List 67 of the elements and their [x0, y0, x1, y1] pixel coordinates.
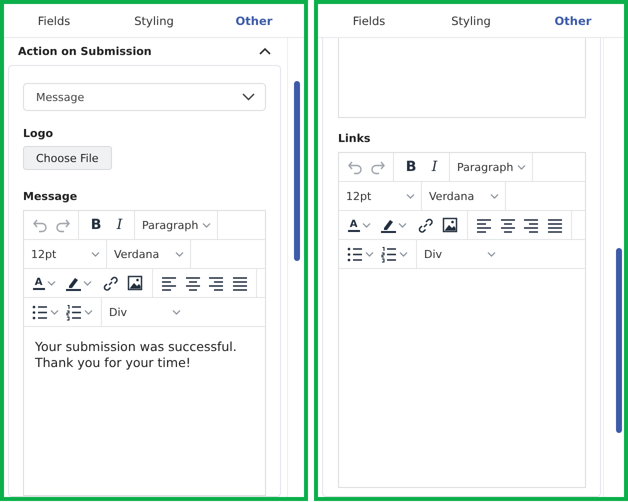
link-icon[interactable]: [416, 216, 433, 234]
caret-icon: [91, 250, 100, 258]
caret-icon: [202, 222, 212, 228]
justify-icon[interactable]: [232, 274, 248, 292]
field-label: Message: [23, 190, 78, 203]
caret-icon: [362, 222, 371, 228]
numbered-list-icon[interactable]: [66, 304, 82, 320]
tab[interactable]: Fields: [318, 4, 420, 37]
numbered-list-icon[interactable]: [381, 246, 398, 262]
link-icon[interactable]: [102, 274, 118, 292]
align-left-icon[interactable]: [476, 216, 492, 234]
tab[interactable]: Styling: [104, 4, 204, 37]
caret-icon: [398, 222, 408, 228]
align-center-icon[interactable]: [500, 216, 516, 234]
field-label: Logo: [23, 127, 54, 140]
align-right-icon[interactable]: [523, 216, 540, 234]
font-family-dropdown[interactable]: Verdana: [426, 190, 501, 202]
font-size-dropdown[interactable]: 12pt: [28, 248, 102, 260]
font-family-dropdown[interactable]: Verdana: [111, 248, 186, 260]
caret-icon: [490, 192, 499, 200]
editor-text: Your submission was successful.: [35, 339, 238, 355]
image-icon[interactable]: [127, 274, 144, 292]
text-color-button[interactable]: A: [32, 276, 45, 290]
container-dropdown[interactable]: Div: [106, 306, 183, 318]
chevron-down-icon: [242, 93, 255, 101]
caret-icon: [364, 250, 374, 258]
image-icon[interactable]: [442, 216, 458, 234]
caret-icon: [399, 250, 408, 258]
bold-button[interactable]: B: [402, 159, 420, 175]
caret-icon: [517, 164, 526, 170]
tab[interactable]: Styling: [420, 4, 522, 37]
align-right-icon[interactable]: [208, 274, 224, 292]
caret-icon: [46, 280, 56, 286]
align-left-icon[interactable]: [160, 274, 177, 292]
caret-icon: [83, 280, 92, 286]
scrollbar-thumb[interactable]: [616, 248, 622, 433]
scrollbar-track[interactable]: [603, 38, 624, 497]
font-size-dropdown[interactable]: 12pt: [343, 190, 417, 202]
choose-file-button[interactable]: Choose File: [23, 146, 112, 170]
caret-icon: [487, 250, 496, 258]
tab[interactable]: Fields: [4, 4, 104, 37]
chevron-up-icon[interactable]: [259, 47, 271, 56]
caret-icon: [84, 308, 94, 316]
align-center-icon[interactable]: [184, 274, 201, 292]
section-title: Action on Submission: [18, 45, 152, 58]
italic-button[interactable]: I: [112, 217, 126, 233]
tab[interactable]: Other: [522, 4, 624, 37]
block-format-dropdown[interactable]: Paragraph: [139, 218, 214, 232]
block-format-dropdown[interactable]: Paragraph: [454, 160, 528, 174]
editor-text: Thank you for your time!: [35, 355, 192, 371]
field-label: Links: [338, 132, 372, 145]
container-dropdown[interactable]: Div: [421, 248, 498, 260]
action-dropdown[interactable]: Message: [23, 83, 266, 111]
caret-icon: [175, 250, 184, 258]
italic-button[interactable]: I: [428, 159, 442, 175]
bulleted-list-icon[interactable]: [346, 246, 363, 262]
editor-content-area[interactable]: Your submission was successful. Thank you for your time!: [24, 327, 265, 495]
text-color-button[interactable]: A: [348, 218, 360, 232]
tab[interactable]: Other: [204, 4, 304, 37]
scrollbar-thumb[interactable]: [294, 81, 300, 261]
justify-icon[interactable]: [547, 216, 564, 234]
bulleted-list-icon[interactable]: [32, 304, 48, 320]
caret-icon: [172, 308, 181, 316]
bold-button[interactable]: B: [86, 217, 106, 233]
caret-icon: [50, 308, 59, 316]
caret-icon: [406, 192, 415, 200]
section-header[interactable]: Action on Submission: [4, 38, 287, 65]
